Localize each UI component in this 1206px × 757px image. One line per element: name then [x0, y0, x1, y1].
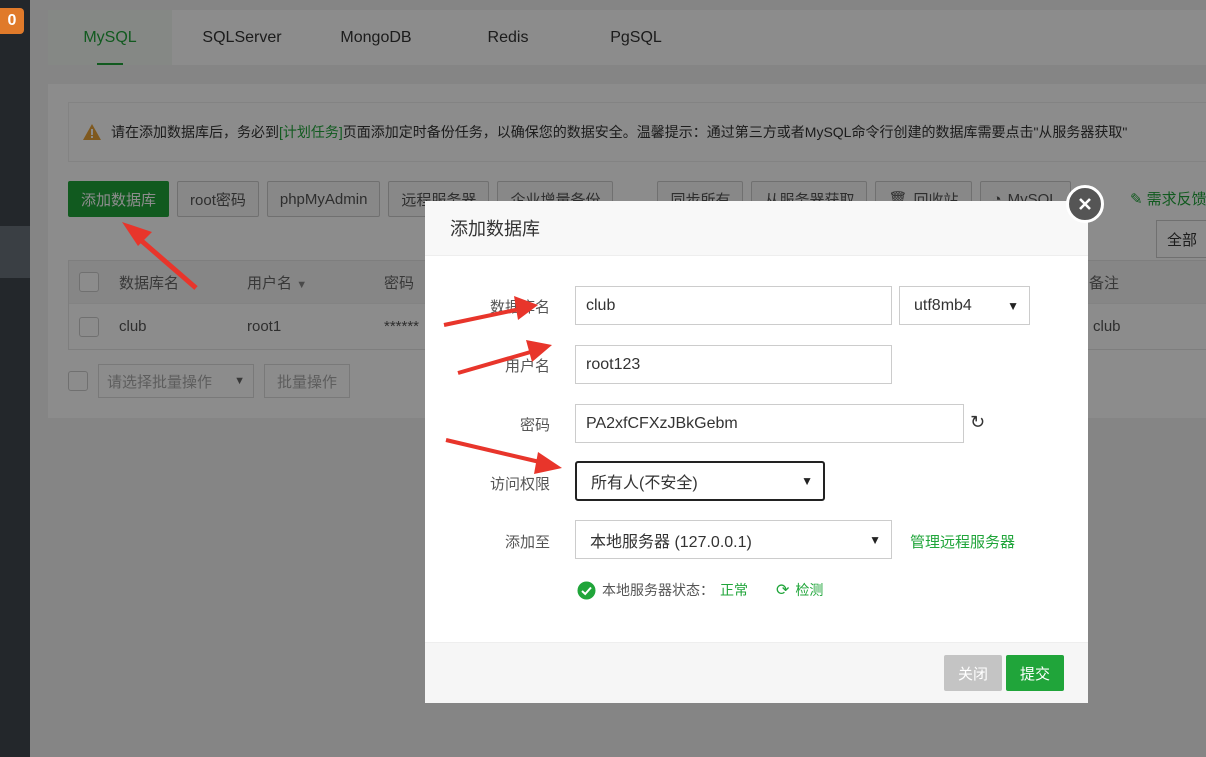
- password-input[interactable]: PA2xfCFXzJBkGebm: [575, 404, 964, 443]
- db-name-input[interactable]: club: [575, 286, 892, 325]
- left-sidebar: 0: [0, 0, 30, 757]
- close-icon: [1079, 198, 1091, 210]
- manage-remote-server-link[interactable]: 管理远程服务器: [910, 531, 1015, 552]
- chevron-down-icon: ▼: [1007, 298, 1019, 313]
- chevron-down-icon: ▼: [801, 474, 813, 488]
- password-label: 密码: [519, 417, 550, 434]
- dialog-title: 添加数据库: [425, 201, 1088, 256]
- close-dialog-button[interactable]: [1066, 185, 1104, 223]
- server-status: 本地服务器状态： 正常 ⟳ 检测: [577, 580, 823, 600]
- refresh-icon: ⟳: [776, 582, 790, 599]
- db-name-label: 数据库名: [489, 299, 550, 316]
- access-permission-select[interactable]: 所有人(不安全) ▼: [575, 461, 825, 501]
- sidebar-selected-item[interactable]: [0, 226, 30, 278]
- add-database-dialog: 添加数据库 关闭 提交: [425, 201, 1088, 703]
- charset-value: utf8mb4: [914, 296, 972, 314]
- chevron-down-icon: ▼: [869, 532, 881, 547]
- server-select[interactable]: 本地服务器 (127.0.0.1) ▼: [575, 520, 892, 559]
- charset-select[interactable]: utf8mb4 ▼: [899, 286, 1030, 325]
- access-label: 访问权限: [489, 476, 550, 493]
- status-label: 本地服务器状态：: [602, 582, 714, 598]
- check-status-link[interactable]: 检测: [795, 580, 823, 600]
- notification-badge[interactable]: 0: [0, 8, 24, 34]
- add-to-label: 添加至: [504, 534, 550, 551]
- status-value: 正常: [720, 582, 748, 598]
- refresh-password-icon[interactable]: ↻: [970, 412, 985, 433]
- submit-button[interactable]: 提交: [1006, 655, 1065, 691]
- close-button[interactable]: 关闭: [944, 655, 1003, 691]
- access-value: 所有人(不安全): [591, 475, 698, 492]
- server-value: 本地服务器 (127.0.0.1): [590, 533, 752, 551]
- username-label: 用户名: [504, 358, 550, 375]
- dialog-footer: 关闭 提交: [425, 642, 1088, 703]
- username-input[interactable]: root123: [575, 345, 892, 384]
- check-circle-icon: [577, 581, 596, 599]
